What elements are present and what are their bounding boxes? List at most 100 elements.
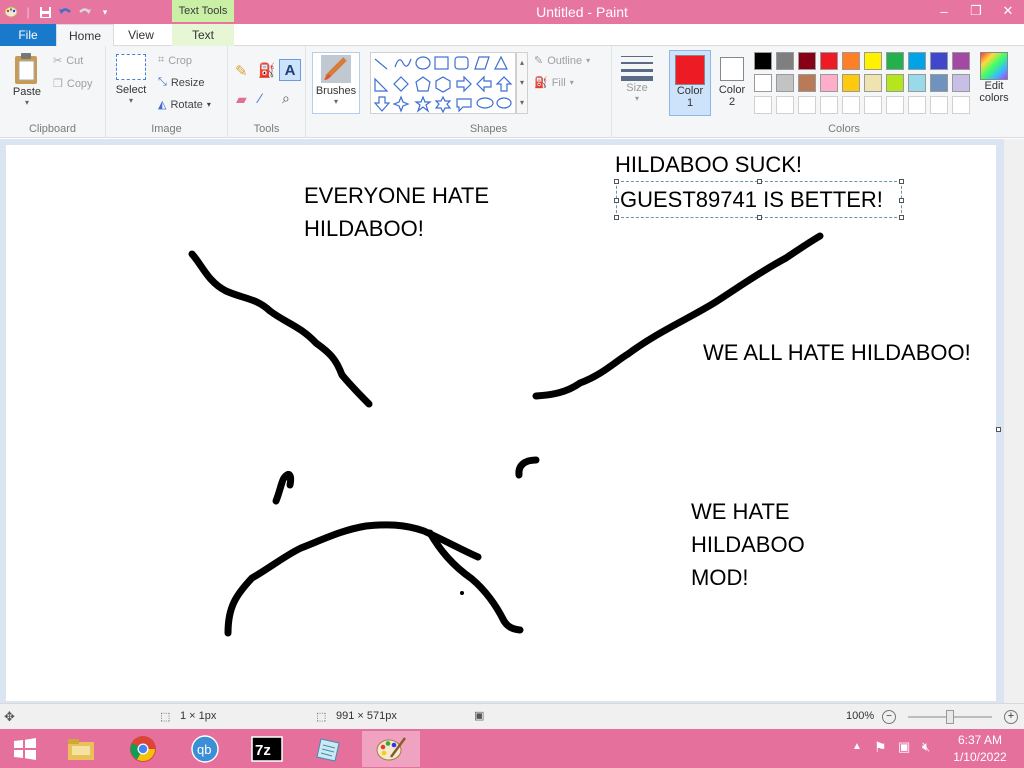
- custom-color-slot[interactable]: [776, 96, 794, 114]
- custom-color-slot[interactable]: [908, 96, 926, 114]
- canvas-resize-handle-right[interactable]: [996, 427, 1001, 432]
- tab-file[interactable]: File: [0, 24, 56, 46]
- resize-handle-ne[interactable]: [899, 179, 904, 184]
- palette-swatch[interactable]: [908, 74, 926, 92]
- palette-swatch[interactable]: [886, 52, 904, 70]
- palette-swatch[interactable]: [886, 74, 904, 92]
- zoom-in-button[interactable]: +: [1004, 710, 1018, 724]
- custom-color-slot[interactable]: [754, 96, 772, 114]
- resize-handle-nw[interactable]: [614, 179, 619, 184]
- pencil-icon[interactable]: ✎: [235, 62, 248, 80]
- clock-time[interactable]: 6:37 AM: [950, 733, 1010, 747]
- clock-date[interactable]: 1/10/2022: [950, 750, 1010, 764]
- edit-colors-button[interactable]: Edit colors: [974, 52, 1014, 104]
- custom-color-slot[interactable]: [952, 96, 970, 114]
- quick-access-toolbar: | ▾: [0, 0, 112, 24]
- copy-button[interactable]: ❐ Copy: [53, 77, 93, 91]
- resize-handle-sw[interactable]: [614, 215, 619, 220]
- rotate-button[interactable]: ◭ Rotate ▾: [158, 98, 211, 112]
- text-tool-icon[interactable]: A: [279, 59, 301, 81]
- palette-swatch[interactable]: [908, 52, 926, 70]
- magnifier-icon[interactable]: ⌕: [282, 90, 290, 107]
- resize-button[interactable]: ⤡ Resize: [158, 76, 204, 89]
- clipboard-group: Paste ▾ ✂ Cut ❐ Copy Clipboard: [0, 46, 106, 138]
- resize-handle-w[interactable]: [614, 198, 619, 203]
- palette-swatch[interactable]: [820, 74, 838, 92]
- palette-swatch[interactable]: [776, 52, 794, 70]
- paste-button[interactable]: Paste ▾: [6, 52, 48, 107]
- network-icon[interactable]: ▣: [898, 739, 910, 755]
- resize-handle-se[interactable]: [899, 215, 904, 220]
- volume-muted-icon[interactable]: 🔇︎: [922, 739, 930, 755]
- zoom-slider-thumb[interactable]: [946, 710, 954, 724]
- palette-swatch[interactable]: [776, 74, 794, 92]
- fill-bucket-icon[interactable]: ⛽: [258, 62, 275, 79]
- window-title: Untitled - Paint: [536, 4, 628, 20]
- resize-handle-s[interactable]: [757, 215, 762, 220]
- palette-swatch[interactable]: [798, 52, 816, 70]
- palette-swatch[interactable]: [930, 52, 948, 70]
- tab-view[interactable]: View: [114, 24, 168, 46]
- palette-swatch[interactable]: [842, 52, 860, 70]
- custom-color-slot[interactable]: [798, 96, 816, 114]
- palette-swatch[interactable]: [798, 74, 816, 92]
- fill-label: Fill: [551, 76, 566, 89]
- crop-button[interactable]: ⌗ Crop: [158, 54, 192, 67]
- left-eyebrow-stroke: [188, 250, 373, 408]
- custom-color-slot[interactable]: [820, 96, 838, 114]
- fill-button[interactable]: ⛽ Fill ▾: [534, 76, 574, 90]
- palette-swatch[interactable]: [864, 74, 882, 92]
- canvas-text-guest[interactable]: GUEST89741 IS BETTER!: [620, 183, 883, 216]
- resize-handle-n[interactable]: [757, 179, 762, 184]
- resize-handle-e[interactable]: [899, 198, 904, 203]
- close-button[interactable]: ✕: [992, 0, 1024, 22]
- palette-swatch[interactable]: [754, 52, 772, 70]
- shapes-gallery-scroll[interactable]: ▴ ▾ ▾: [516, 52, 528, 114]
- color2-button[interactable]: Color 2: [713, 50, 751, 116]
- palette-swatch[interactable]: [864, 52, 882, 70]
- custom-color-slot[interactable]: [886, 96, 904, 114]
- palette-swatch[interactable]: [754, 74, 772, 92]
- shapes-gallery-icons: [373, 55, 513, 114]
- palette-swatch[interactable]: [820, 52, 838, 70]
- color1-button[interactable]: Color 1: [669, 50, 711, 116]
- qbittorrent-taskbar-icon[interactable]: qb: [180, 731, 230, 767]
- color-picker-icon[interactable]: ⁄: [259, 90, 261, 106]
- save-icon[interactable]: [38, 5, 52, 19]
- svg-text:7z: 7z: [255, 742, 271, 759]
- file-explorer-taskbar-icon[interactable]: [56, 731, 106, 767]
- action-center-flag-icon[interactable]: ⚑: [874, 739, 887, 756]
- paint-taskbar-icon[interactable]: [362, 731, 420, 767]
- customize-qat-icon[interactable]: ▾: [98, 5, 112, 19]
- vertical-scrollbar[interactable]: [1004, 139, 1024, 703]
- 7zip-taskbar-icon[interactable]: 7z: [242, 731, 292, 767]
- brushes-button[interactable]: Brushes ▾: [312, 52, 360, 114]
- custom-color-slot[interactable]: [842, 96, 860, 114]
- undo-icon[interactable]: [58, 5, 72, 19]
- chrome-taskbar-icon[interactable]: [118, 731, 168, 767]
- active-text-box[interactable]: GUEST89741 IS BETTER!: [614, 179, 904, 220]
- drawing-canvas[interactable]: EVERYONE HATE HILDABOO! HILDABOO SUCK! G…: [6, 145, 996, 701]
- outline-button[interactable]: ✎ Outline ▾: [534, 54, 590, 68]
- palette-swatch[interactable]: [930, 74, 948, 92]
- tab-text[interactable]: Text: [172, 24, 234, 46]
- palette-swatch[interactable]: [842, 74, 860, 92]
- zoom-out-button[interactable]: −: [882, 710, 896, 724]
- redo-icon[interactable]: [78, 5, 92, 19]
- cut-button[interactable]: ✂ Cut: [53, 54, 83, 68]
- size-button[interactable]: Size ▾: [616, 54, 658, 103]
- maximize-button[interactable]: ❐: [960, 0, 992, 22]
- tab-home[interactable]: Home: [56, 24, 114, 47]
- show-hidden-icons-icon[interactable]: ▲: [852, 741, 862, 752]
- custom-color-slot[interactable]: [864, 96, 882, 114]
- palette-swatch[interactable]: [952, 52, 970, 70]
- start-button[interactable]: [0, 731, 50, 767]
- eraser-icon[interactable]: ▰: [236, 91, 247, 108]
- custom-color-slot[interactable]: [930, 96, 948, 114]
- shapes-gallery[interactable]: [370, 52, 516, 114]
- select-button[interactable]: Select ▾: [112, 54, 150, 105]
- minimize-button[interactable]: –: [928, 0, 960, 22]
- palette-swatch[interactable]: [952, 74, 970, 92]
- paint-app-icon[interactable]: [4, 5, 18, 19]
- notepad-taskbar-icon[interactable]: [304, 731, 354, 767]
